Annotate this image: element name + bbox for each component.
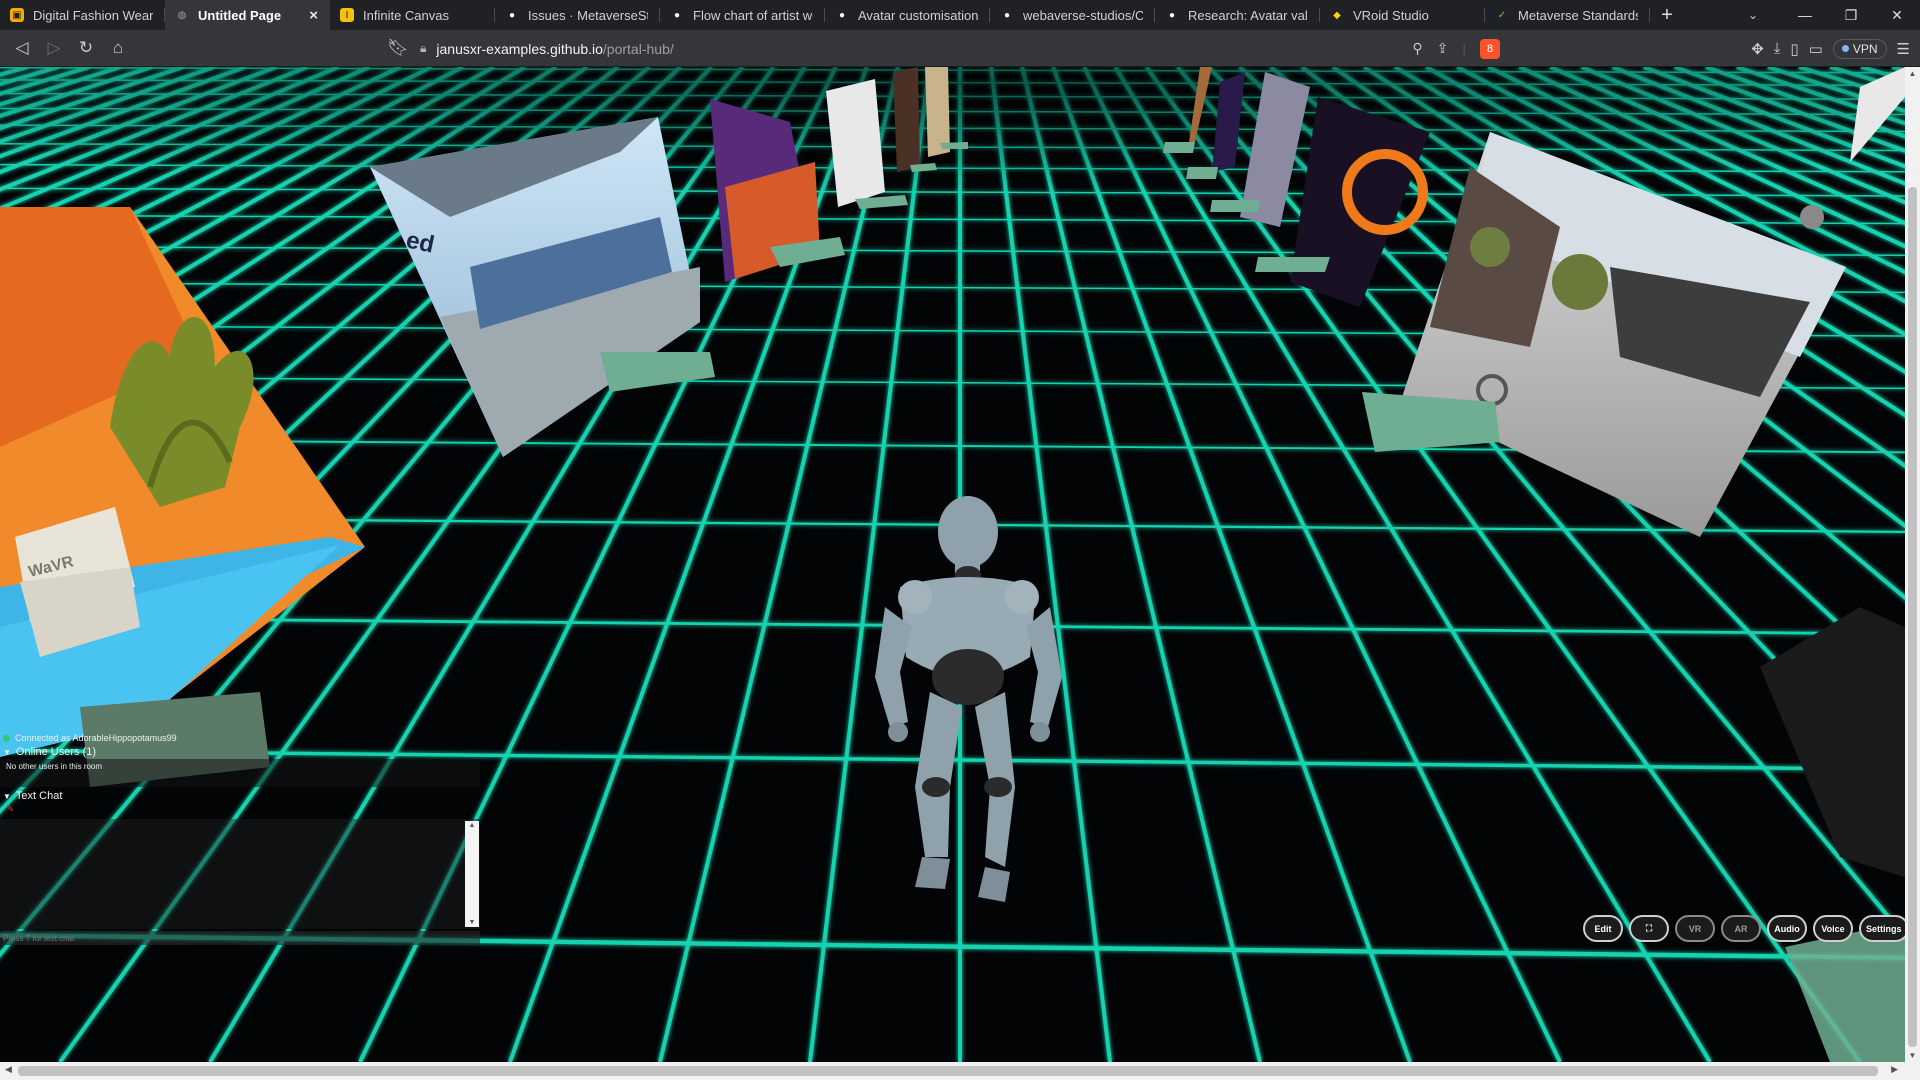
scene-controls: Edit ⛶ VR AR Audio Voice Settings bbox=[1583, 915, 1905, 942]
tab-title: Infinite Canvas bbox=[363, 7, 449, 23]
portal-partial-label: ed bbox=[404, 226, 437, 258]
tab-search-chevron-icon[interactable]: ⌄ bbox=[1748, 0, 1758, 30]
chat-log[interactable] bbox=[0, 819, 480, 929]
scroll-up-icon[interactable]: ▲ bbox=[1905, 69, 1920, 78]
tab-2[interactable]: I Infinite Canvas bbox=[330, 0, 495, 30]
tab-1[interactable]: ◍ Untitled Page × bbox=[165, 0, 330, 30]
forward-icon[interactable]: ▷ bbox=[38, 33, 70, 63]
scroll-right-icon[interactable]: ▶ bbox=[1891, 1064, 1898, 1075]
tab-title: Untitled Page bbox=[198, 7, 282, 23]
window-controls: — ❐ ✕ bbox=[1782, 0, 1920, 30]
tab-bar: ▣ Digital Fashion Wearabl ◍ Untitled Page × I… bbox=[0, 0, 1920, 30]
browser-toolbar: ◁ ▷ ↻ ⌂ 🔖︎ 🔒︎ janusxr-examples.github.io… bbox=[0, 30, 1920, 67]
scroll-down-icon[interactable]: ▼ bbox=[465, 919, 479, 926]
control-button-2[interactable]: VR bbox=[1675, 915, 1715, 942]
canvas-icon: I bbox=[340, 8, 354, 22]
github-icon: ● bbox=[838, 9, 846, 21]
tab-7[interactable]: ● Research: Avatar validati bbox=[1155, 0, 1320, 30]
bookmark-icon[interactable]: 🔖︎ bbox=[382, 33, 414, 63]
address-bar-actions: ⚲ ⇪ | 8 bbox=[1412, 34, 1500, 63]
tab-4[interactable]: ● Flow chart of artist work bbox=[660, 0, 825, 30]
tab-title: Research: Avatar validati bbox=[1188, 7, 1308, 23]
restore-icon[interactable]: ❐ bbox=[1828, 7, 1874, 24]
online-users-label: Online Users (1) bbox=[15, 746, 96, 758]
text-chat-label: Text Chat bbox=[15, 790, 63, 802]
tab-9[interactable]: ✓ Metaverse Standards Fo bbox=[1485, 0, 1650, 30]
vr-viewport[interactable]: ed WaVR Connected as AdorableHippopotamu… bbox=[0, 67, 1905, 1062]
horizontal-scroll-thumb[interactable] bbox=[18, 1066, 1878, 1076]
connection-status-text: Connected as AdorableHippopotamus99 bbox=[15, 733, 177, 743]
connection-status: Connected as AdorableHippopotamus99 bbox=[3, 733, 177, 743]
chat-scrollbar[interactable]: ▲ ▼ bbox=[465, 821, 479, 927]
tab-3[interactable]: ● Issues · MetaverseStand bbox=[495, 0, 660, 30]
tab-title: Flow chart of artist work bbox=[693, 7, 813, 23]
github-icon: ● bbox=[673, 9, 681, 21]
tab-8[interactable]: ◆ VRoid Studio bbox=[1320, 0, 1485, 30]
close-window-icon[interactable]: ✕ bbox=[1874, 7, 1920, 24]
chat-input[interactable] bbox=[0, 931, 480, 945]
vertical-scroll-thumb[interactable] bbox=[1908, 187, 1917, 1047]
control-button-3[interactable]: AR bbox=[1721, 915, 1761, 942]
github-icon: ● bbox=[1003, 9, 1011, 21]
tab-0[interactable]: ▣ Digital Fashion Wearabl bbox=[0, 0, 165, 30]
tab-title: webaverse-studios/Char bbox=[1023, 7, 1143, 23]
sidebar-icon[interactable]: ▯ bbox=[1790, 40, 1798, 58]
bookmark-app-icon: ▣ bbox=[10, 8, 24, 22]
online-status-dot bbox=[3, 734, 10, 742]
tab-title: Digital Fashion Wearabl bbox=[33, 7, 153, 23]
no-users-text: No other users in this room bbox=[6, 762, 103, 771]
close-tab-icon[interactable]: × bbox=[309, 7, 318, 24]
tab-strip: ▣ Digital Fashion Wearabl ◍ Untitled Page × I… bbox=[0, 0, 1650, 30]
url-host: janusxr-examples.github.io bbox=[436, 40, 603, 57]
control-button-6[interactable]: Settings bbox=[1859, 915, 1905, 942]
expand-arrow-icon: ▼ bbox=[3, 791, 11, 801]
control-button-0[interactable]: Edit bbox=[1583, 915, 1623, 942]
address-bar[interactable]: 🔒︎ janusxr-examples.github.io/portal-hub… bbox=[420, 34, 1500, 63]
control-button-1[interactable]: ⛶ bbox=[1629, 915, 1669, 942]
tab-title: VRoid Studio bbox=[1353, 7, 1429, 23]
url-path: /portal-hub/ bbox=[602, 40, 674, 57]
tab-separator bbox=[1649, 8, 1650, 22]
control-button-4[interactable]: Audio bbox=[1767, 915, 1807, 942]
wallet-icon[interactable]: ▭ bbox=[1809, 40, 1823, 58]
chat-user-icon: ✎ bbox=[6, 804, 15, 815]
back-icon[interactable]: ◁ bbox=[6, 33, 38, 63]
home-icon[interactable]: ⌂ bbox=[102, 33, 134, 63]
vertical-scrollbar[interactable]: ▲ ▼ bbox=[1905, 67, 1920, 1062]
extensions-puzzle-icon[interactable]: ✥ bbox=[1751, 40, 1764, 58]
zoom-icon[interactable]: ⚲ bbox=[1412, 40, 1422, 57]
tab-6[interactable]: ● webaverse-studios/Char bbox=[990, 0, 1155, 30]
online-users-toggle[interactable]: ▼ Online Users (1) bbox=[0, 746, 96, 758]
scroll-up-icon[interactable]: ▲ bbox=[465, 822, 479, 829]
menu-icon[interactable]: ☰ bbox=[1897, 40, 1910, 58]
horizontal-scrollbar[interactable]: ◀ ▶ bbox=[0, 1062, 1920, 1080]
control-button-5[interactable]: Voice bbox=[1813, 915, 1853, 942]
lock-icon: 🔒︎ bbox=[420, 41, 427, 55]
msf-icon: ✓ bbox=[1497, 9, 1507, 21]
online-users-panel: No other users in this room bbox=[0, 759, 480, 787]
tab-title: Issues · MetaverseStand bbox=[528, 7, 648, 23]
text-chat-toggle[interactable]: ▼ Text Chat bbox=[0, 790, 62, 802]
tab-5[interactable]: ● Avatar customisation: us bbox=[825, 0, 990, 30]
github-icon: ● bbox=[508, 9, 516, 21]
vpn-label: VPN bbox=[1852, 41, 1878, 56]
github-icon: ● bbox=[1168, 9, 1176, 21]
minimize-icon[interactable]: — bbox=[1782, 7, 1828, 23]
reload-icon[interactable]: ↻ bbox=[70, 33, 102, 63]
vroid-icon: ◆ bbox=[1333, 9, 1341, 21]
scroll-down-icon[interactable]: ▼ bbox=[1905, 1051, 1920, 1060]
new-tab-button[interactable]: + bbox=[1650, 0, 1684, 30]
vpn-status-dot bbox=[1841, 45, 1849, 52]
expand-arrow-icon: ▼ bbox=[3, 747, 11, 757]
vpn-button[interactable]: VPN bbox=[1832, 38, 1887, 59]
globe-icon: ◍ bbox=[177, 9, 187, 21]
download-icon[interactable]: ⤓ bbox=[1774, 40, 1781, 57]
tab-title: Avatar customisation: us bbox=[858, 7, 978, 23]
scroll-left-icon[interactable]: ◀ bbox=[5, 1064, 12, 1075]
brave-shield-icon[interactable]: 8 bbox=[1480, 38, 1500, 59]
tab-title: Metaverse Standards Fo bbox=[1518, 7, 1638, 23]
extensions-area: ✥ ⤓ ▯ ▭ VPN ☰ bbox=[1751, 34, 1910, 63]
share-icon[interactable]: ⇪ bbox=[1437, 40, 1449, 57]
